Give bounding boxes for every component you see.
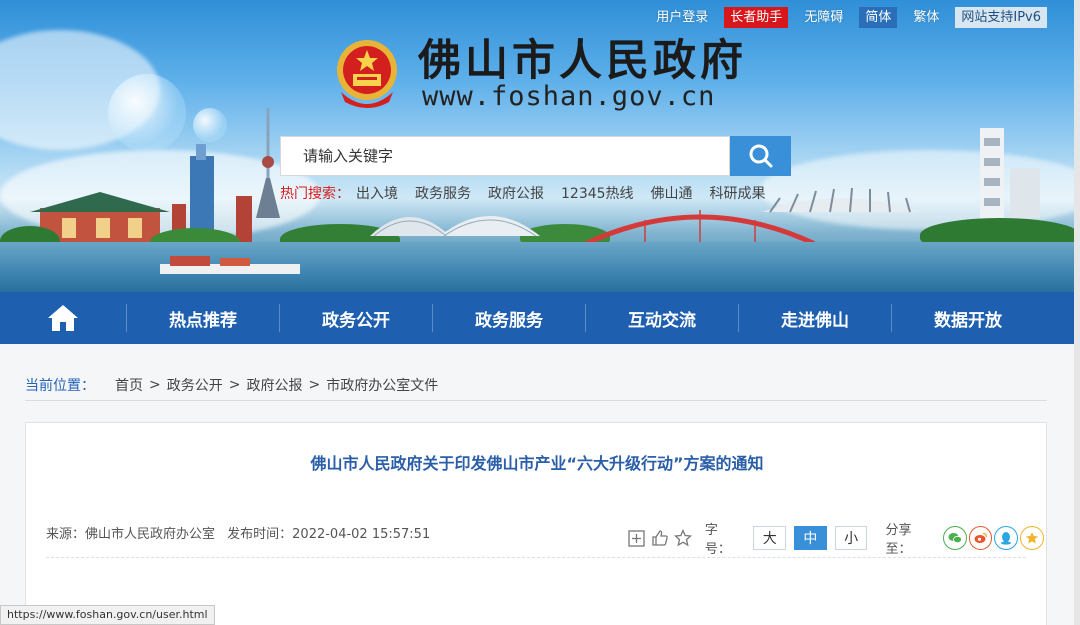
dock: [160, 256, 300, 274]
font-size-label: 字号：: [704, 523, 731, 557]
breadcrumb-separator: >: [228, 376, 241, 393]
main-nav: 热点推荐 政务公开 政务服务 互动交流 走进佛山 数据开放: [0, 292, 1080, 344]
article-divider: [46, 557, 1026, 558]
qq-share-icon[interactable]: [994, 526, 1019, 550]
article-published-time: 发布时间：2022-04-02 15:57:51: [227, 527, 431, 542]
breadcrumb-separator: >: [308, 376, 321, 393]
hot-search: 热门搜索： 出入境 政务服务 政府公报 12345热线 佛山通 科研成果: [280, 184, 783, 204]
nav-item-data[interactable]: 数据开放: [892, 292, 1044, 344]
nav-home[interactable]: [0, 292, 126, 344]
breadcrumb: 当前位置： 首页 > 政务公开 > 政府公报 > 市政府办公室文件: [25, 369, 1047, 401]
star-icon[interactable]: [673, 529, 692, 547]
ipv6-badge: 网站支持IPv6: [955, 6, 1047, 28]
hot-search-item[interactable]: 出入境: [356, 184, 398, 204]
status-bar-url: https://www.foshan.gov.cn/user.html: [0, 605, 215, 625]
favorite-add-icon[interactable]: [628, 529, 646, 547]
site-url: www.foshan.gov.cn: [422, 81, 716, 112]
page: { "topbar": { "login": "用户登录", "elder": …: [0, 0, 1080, 625]
search-button[interactable]: [730, 136, 791, 176]
hot-search-item[interactable]: 12345热线: [561, 184, 634, 204]
nav-item-services[interactable]: 政务服务: [433, 292, 585, 344]
weibo-share-icon[interactable]: [968, 526, 993, 550]
article-panel: 佛山市人民政府关于印发佛山市产业“六大升级行动”方案的通知 来源：佛山市人民政府…: [25, 422, 1047, 625]
wechat-share-icon[interactable]: [942, 526, 967, 550]
home-icon: [48, 305, 78, 331]
search-icon: [749, 144, 772, 168]
login-link[interactable]: 用户登录: [650, 7, 714, 28]
header-banner: 用户登录 长者助手 无障碍 简体 繁体 网站支持IPv6 佛山市人民政府 www…: [0, 0, 1080, 292]
breadcrumb-link[interactable]: 市政府办公室文件: [326, 375, 438, 395]
breadcrumb-label: 当前位置：: [25, 377, 95, 394]
nav-item-interaction[interactable]: 互动交流: [586, 292, 738, 344]
breadcrumb-link[interactable]: 政府公报: [246, 375, 302, 395]
breadcrumb-link[interactable]: 首页: [115, 375, 143, 395]
hot-search-item[interactable]: 科研成果: [710, 184, 766, 204]
font-size-medium-button[interactable]: 中: [794, 526, 827, 550]
site-title: 佛山市人民政府: [418, 36, 747, 86]
hot-search-label: 热门搜索：: [280, 186, 350, 202]
article-source: 来源：佛山市人民政府办公室: [46, 527, 216, 542]
article-meta: 来源：佛山市人民政府办公室 发布时间：2022-04-02 15:57:51: [46, 523, 438, 542]
share-label: 分享至：: [885, 523, 912, 557]
accessibility-link[interactable]: 无障碍: [798, 7, 849, 28]
font-size-large-button[interactable]: 大: [753, 526, 787, 550]
national-emblem-icon: [337, 40, 397, 108]
traditional-chinese-button[interactable]: 繁体: [907, 7, 945, 28]
search-box: [280, 136, 730, 176]
qzone-share-icon[interactable]: [1020, 526, 1044, 550]
elder-assistant-button[interactable]: 长者助手: [724, 6, 789, 28]
hot-search-item[interactable]: 政务服务: [415, 184, 471, 204]
font-size-small-button[interactable]: 小: [834, 526, 868, 550]
simplified-chinese-button[interactable]: 简体: [859, 6, 898, 28]
thumbs-up-icon[interactable]: [651, 529, 669, 547]
nav-item-gov-open[interactable]: 政务公开: [280, 292, 432, 344]
search-input[interactable]: [281, 137, 729, 175]
breadcrumb-link[interactable]: 政务公开: [167, 375, 223, 395]
top-utility-bar: 用户登录 长者助手 无障碍 简体 繁体 网站支持IPv6: [640, 6, 1047, 28]
skyline-right: [762, 128, 1040, 218]
hot-search-item[interactable]: 佛山通: [651, 184, 693, 204]
breadcrumb-separator: >: [149, 376, 161, 393]
article-tools: 字号： 大 中 小 分享至：: [628, 519, 1046, 557]
article-title: 佛山市人民政府关于印发佛山市产业“六大升级行动”方案的通知: [310, 454, 764, 473]
nav-item-hot[interactable]: 热点推荐: [127, 292, 279, 344]
hot-search-item[interactable]: 政府公报: [488, 184, 544, 204]
vertical-scrollbar[interactable]: [1074, 0, 1080, 625]
nav-item-about[interactable]: 走进佛山: [739, 292, 891, 344]
